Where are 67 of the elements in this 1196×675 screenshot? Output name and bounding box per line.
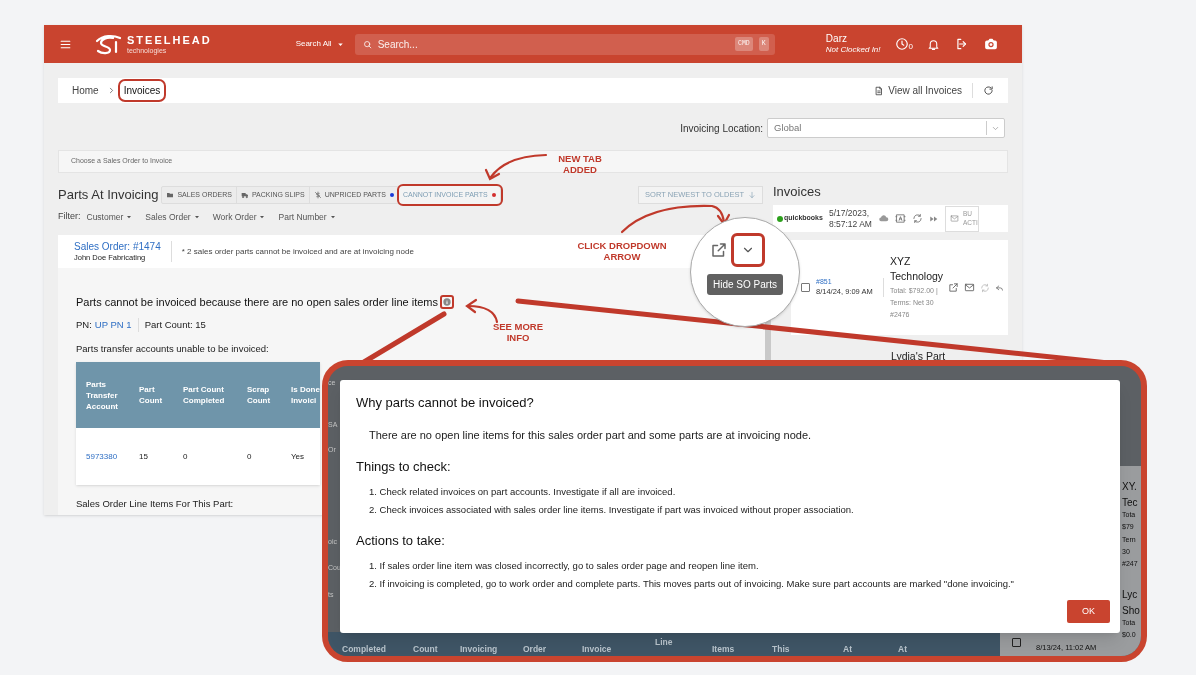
dialog-title: Why parts cannot be invoiced? <box>356 394 535 412</box>
annotation-label: CLICK DROPDOWN ARROW <box>576 240 668 262</box>
logo-wordmark: STEELHEAD <box>127 34 212 46</box>
column-header: Part Count <box>138 384 164 406</box>
annotation-label: NEW TAB ADDED <box>557 153 603 175</box>
part-count: Part Count: 15 <box>144 317 206 332</box>
location-label: Invoicing Location: <box>680 121 763 136</box>
filter-dropdown[interactable]: Work Order <box>212 210 267 224</box>
ok-button[interactable]: OK <box>1067 600 1110 623</box>
annotation-label: SEE MORE INFO <box>491 321 545 343</box>
sales-order-link[interactable]: Sales Order: #1474 <box>74 240 161 254</box>
invoice-customer: XYZ Technology <box>890 254 944 284</box>
breadcrumb-link[interactable]: Home <box>68 81 103 100</box>
background-text: XY. <box>1122 480 1137 494</box>
sync-time: 5/17/2023, <box>828 207 871 219</box>
column-header: Count <box>413 643 438 656</box>
column-header: Invoicing <box>460 643 498 656</box>
reason-text: Parts cannot be invoiced because there are no open sales order line items <box>76 294 438 310</box>
breadcrumb-link[interactable]: Invoices <box>119 81 165 100</box>
column-header: Part Count Completed <box>182 384 226 406</box>
clock-count: 0 <box>908 41 913 53</box>
table-cell-text: 15 <box>138 450 149 463</box>
column-header: Completed <box>342 643 386 656</box>
background-text: Tec <box>1122 496 1138 510</box>
filter-dropdown[interactable]: Part Number <box>278 210 337 224</box>
dialog-message: There are no open line items for this sales order part and some parts are at invoicing node. <box>369 427 813 443</box>
pn-label: PN: <box>76 317 92 332</box>
clock-status: Not Clocked In! <box>825 45 881 56</box>
background-text: Sho <box>1122 604 1140 618</box>
column-header: Invoice <box>582 643 612 656</box>
column-header: This <box>772 643 790 656</box>
account-link[interactable]: 5973380 <box>76 450 129 463</box>
filter-label: Filter: <box>58 210 81 224</box>
part-number-link[interactable]: UP PN 1 <box>94 317 139 333</box>
location-select[interactable]: Global <box>767 118 1005 138</box>
background-text: Lyc <box>1122 588 1138 602</box>
list-item: 2. Check invoices associated with sales order line items. Investigate if part was invoiced without proper association. <box>369 502 855 517</box>
table-cell-text: Yes <box>290 450 306 463</box>
filter-dropdown[interactable]: Customer <box>86 210 134 224</box>
tooltip: Hide SO Parts <box>707 274 783 295</box>
column-header: Is Done Invoici <box>290 384 320 406</box>
sync-time: 8:57:12 AM <box>828 218 872 230</box>
section-heading: Actions to take: <box>356 532 446 550</box>
filter-dropdown[interactable]: Sales Order <box>145 210 201 224</box>
column-header: Parts Transfer Account <box>85 378 119 412</box>
invoices-title: Invoices <box>773 183 822 201</box>
accounts-title: Parts transfer accounts unable to be invoiced: <box>76 342 270 356</box>
column-header: At <box>898 643 907 656</box>
invoice-customer: Lydia's Part <box>891 349 947 364</box>
column-header: Order <box>523 643 547 656</box>
column-header: Scrap Count <box>246 384 272 406</box>
column-header: Items <box>712 643 735 656</box>
sales-order-note: * 2 sales order parts cannot be invoiced and are at invoicing node <box>181 245 414 258</box>
search-scope-dropdown[interactable]: Search All <box>295 38 345 50</box>
view-all-invoices-link[interactable]: View all Invoices <box>874 83 973 98</box>
search-input[interactable]: Search... <box>377 36 730 52</box>
table-cell-text: 0 <box>182 450 189 463</box>
table-cell-text: 0 <box>246 450 253 463</box>
column-header: At <box>843 643 852 656</box>
list-item: 1. If sales order line item was closed incorrectly, go to sales order page and reopen line item. <box>369 558 760 573</box>
section-heading: Things to check: <box>356 458 452 476</box>
line-items-title: Sales Order Line Items For This Part: <box>76 497 234 511</box>
section-title: Parts At Invoicing <box>58 186 159 205</box>
user-name: Darz <box>825 32 848 46</box>
list-item: 1. Check related invoices on part accounts. Investigate if all are invoiced. <box>369 484 677 499</box>
column-header: Line <box>655 636 673 649</box>
list-item: 2. If invoicing is completed, go to work order and complete parts. This moves parts out of invoicing. Make sure part accounts are marked "done invoicing." <box>369 576 1015 591</box>
